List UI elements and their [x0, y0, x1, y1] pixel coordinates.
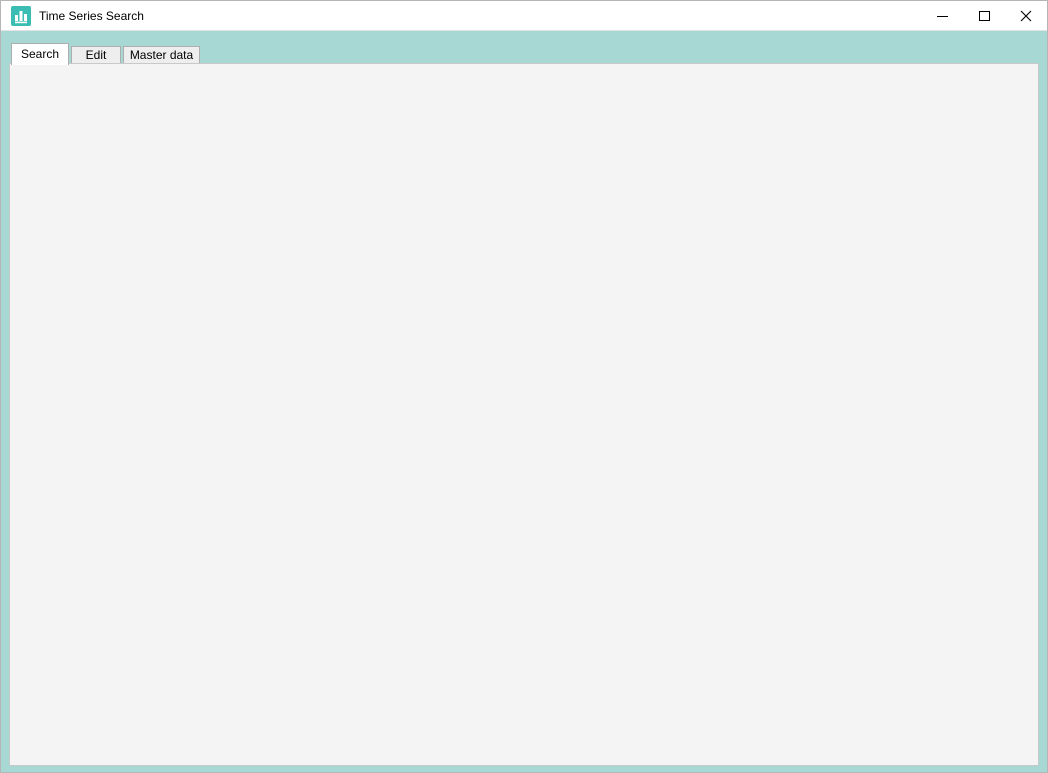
- minimize-icon: [937, 16, 948, 17]
- close-button[interactable]: [1005, 1, 1047, 31]
- tab-edit[interactable]: Edit: [71, 46, 121, 64]
- app-window: Time Series Search Search Edit Master da…: [0, 0, 1048, 773]
- tab-search[interactable]: Search: [11, 43, 69, 65]
- app-icon: [11, 6, 31, 26]
- maximize-icon: [979, 11, 990, 21]
- title-bar: Time Series Search: [1, 1, 1047, 31]
- close-icon: [1020, 10, 1032, 22]
- search-tab-page: [9, 63, 1039, 766]
- tab-search-label: Search: [21, 47, 59, 61]
- tab-master-data-label: Master data: [130, 48, 193, 62]
- tab-master-data[interactable]: Master data: [123, 46, 200, 64]
- tab-edit-label: Edit: [86, 48, 107, 62]
- maximize-button[interactable]: [963, 1, 1005, 31]
- window-title: Time Series Search: [39, 9, 144, 23]
- tab-strip: Search Edit Master data: [1, 31, 1047, 63]
- minimize-button[interactable]: [921, 1, 963, 31]
